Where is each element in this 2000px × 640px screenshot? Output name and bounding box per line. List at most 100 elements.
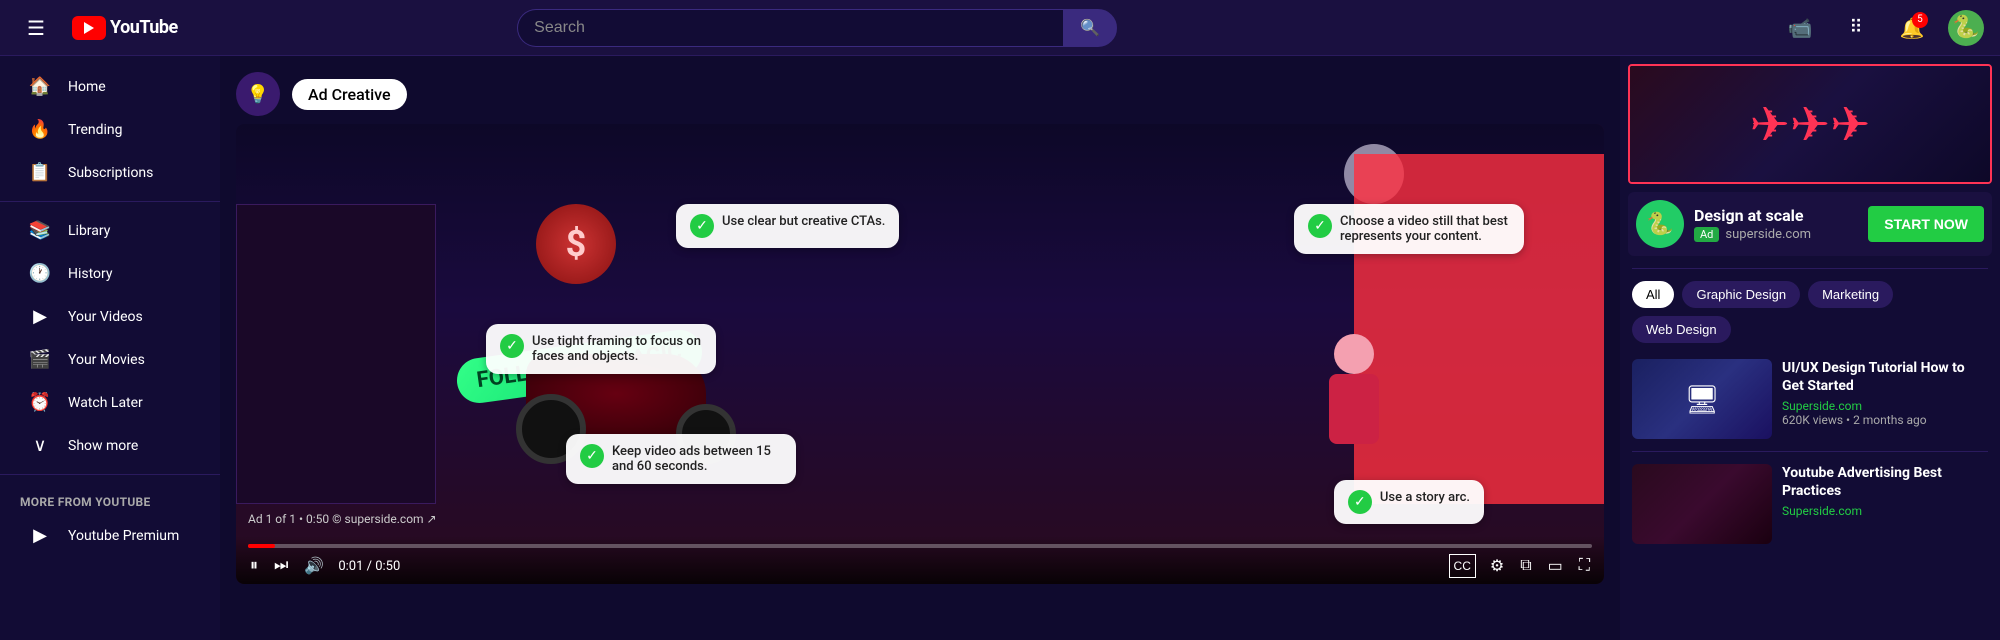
video-thumb-2 — [1632, 464, 1772, 544]
video-card-channel-1: Superside.com — [1782, 399, 1988, 413]
tip-text-4: Keep video ads between 15 and 60 seconds… — [612, 444, 782, 474]
dollar-coin: $ — [536, 204, 616, 284]
sidebar-label-watch-later: Watch Later — [68, 395, 143, 411]
premium-icon: ▶ — [28, 525, 52, 546]
tip-bubble-2: ✓ Use tight framing to focus on faces an… — [486, 324, 716, 374]
sidebar-label-premium: Youtube Premium — [68, 528, 179, 544]
history-icon: 🕐 — [28, 263, 52, 284]
video-card-title-1: UI/UX Design Tutorial How to Get Started — [1782, 359, 1988, 395]
sidebar-label-show-more: Show more — [68, 438, 138, 454]
ad-creative-icon-circle: 💡 — [236, 72, 280, 116]
menu-button[interactable]: ☰ — [16, 8, 56, 48]
youtube-logo-icon — [72, 16, 106, 40]
divider-2 — [1632, 451, 1988, 452]
volume-button[interactable]: 🔊 — [302, 554, 326, 578]
sidebar-item-library[interactable]: 📚 Library — [8, 210, 212, 251]
ad-card-title: Design at scale — [1694, 206, 1858, 225]
ad-card-info: Design at scale Ad superside.com — [1694, 206, 1858, 242]
trending-icon: 🔥 — [28, 119, 52, 140]
sidebar-item-home[interactable]: 🏠 Home — [8, 66, 212, 107]
ad-card-logo: 🐍 — [1636, 200, 1684, 248]
header: ☰ YouTube 🔍 📹 ⠿ 🔔 5 🐍 — [0, 0, 2000, 56]
play-pause-button[interactable]: ⏸ — [248, 555, 260, 577]
ad-creative-label: Ad Creative — [292, 79, 407, 110]
filter-chip-marketing[interactable]: Marketing — [1808, 281, 1893, 308]
lightbulb-icon: 💡 — [247, 84, 269, 105]
search-button[interactable]: 🔍 — [1063, 9, 1117, 47]
video-card-meta-1: 620K views • 2 months ago — [1782, 413, 1988, 427]
dollar-sign: $ — [566, 223, 587, 265]
ad-info-overlay: Ad 1 of 1 • 0:50 © superside.com ↗ — [248, 512, 437, 526]
tip-text-2: Use tight framing to focus on faces and … — [532, 334, 702, 364]
sidebar-label-trending: Trending — [68, 122, 123, 138]
sidebar-item-your-videos[interactable]: ▶ Your Videos — [8, 296, 212, 337]
sidebar-item-your-movies[interactable]: 🎬 Your Movies — [8, 339, 212, 380]
apps-button[interactable]: ⠿ — [1836, 8, 1876, 48]
ad-label-bar: 💡 Ad Creative — [236, 72, 1604, 116]
progress-bar[interactable] — [248, 544, 1592, 548]
settings-button[interactable]: ⚙ — [1488, 554, 1506, 578]
tip-bubble-5: ✓ Use a story arc. — [1334, 480, 1484, 524]
video-call-button[interactable]: 📹 — [1780, 8, 1820, 48]
sidebar: 🏠 Home 🔥 Trending 📋 Subscriptions 📚 Libr… — [0, 56, 220, 640]
ad-site: superside.com — [1725, 227, 1811, 242]
controls-right: CC ⚙ ⧉ ▭ ⛶ — [1449, 554, 1592, 578]
more-from-label: MORE FROM YOUTUBE — [0, 483, 220, 513]
sidebar-item-trending[interactable]: 🔥 Trending — [8, 109, 212, 150]
tip-bubble-3: ✓ Choose a video still that best represe… — [1294, 204, 1524, 254]
search-container: 🔍 — [517, 9, 1117, 47]
sidebar-item-history[interactable]: 🕐 History — [8, 253, 212, 294]
right-sidebar: ✈✈✈ 🐍 Design at scale Ad superside.com S… — [1620, 56, 2000, 640]
content-area: 💡 Ad Creative $ FOLLOW THE MAGIC — [220, 56, 2000, 640]
library-icon: 📚 — [28, 220, 52, 241]
sidebar-label-library: Library — [68, 223, 110, 239]
filter-chip-all[interactable]: All — [1632, 281, 1674, 308]
tip-bubble-4: ✓ Keep video ads between 15 and 60 secon… — [566, 434, 796, 484]
fullscreen-button[interactable]: ⛶ — [1577, 554, 1592, 578]
your-movies-icon: 🎬 — [28, 349, 52, 370]
logo[interactable]: YouTube — [72, 16, 178, 40]
filter-chip-web-design[interactable]: Web Design — [1632, 316, 1731, 343]
tip-check-4: ✓ — [580, 444, 604, 468]
sidebar-label-your-movies: Your Movies — [68, 352, 145, 368]
video-card-title-2: Youtube Advertising Best Practices — [1782, 464, 1988, 500]
sidebar-item-show-more[interactable]: ∨ Show more — [8, 425, 212, 466]
video-card-1[interactable]: 🖥 UI/UX Design Tutorial How to Get Start… — [1620, 351, 2000, 447]
header-right: 📹 ⠿ 🔔 5 🐍 — [1780, 8, 1984, 48]
ad-badge-row: Ad superside.com — [1694, 227, 1858, 242]
video-content: $ FOLLOW THE MAGIC — [236, 124, 1604, 584]
thumb-visual-2 — [1632, 464, 1772, 544]
video-player[interactable]: $ FOLLOW THE MAGIC — [236, 124, 1604, 584]
ad-banner-image: ✈✈✈ — [1628, 64, 1992, 184]
video-card-2[interactable]: Youtube Advertising Best Practices Super… — [1620, 456, 2000, 552]
time-display: 0:01 / 0:50 — [338, 559, 400, 574]
notifications-button[interactable]: 🔔 5 — [1892, 8, 1932, 48]
tip-check-1: ✓ — [690, 214, 714, 238]
video-section: 💡 Ad Creative $ FOLLOW THE MAGIC — [220, 56, 1620, 640]
spiral-icon: 🐍 — [1952, 15, 1979, 40]
video-card-info-1: UI/UX Design Tutorial How to Get Started… — [1782, 359, 1988, 439]
sidebar-item-watch-later[interactable]: ⏰ Watch Later — [8, 382, 212, 423]
sidebar-label-subscriptions: Subscriptions — [68, 165, 153, 181]
start-now-button[interactable]: START NOW — [1868, 206, 1984, 242]
scene-container: $ FOLLOW THE MAGIC — [236, 124, 1604, 584]
avatar[interactable]: 🐍 — [1948, 10, 1984, 46]
tip-check-5: ✓ — [1348, 490, 1372, 514]
char-head — [1334, 334, 1374, 374]
character — [1324, 334, 1384, 454]
sidebar-item-subscriptions[interactable]: 📋 Subscriptions — [8, 152, 212, 193]
your-videos-icon: ▶ — [28, 306, 52, 327]
sidebar-item-premium[interactable]: ▶ Youtube Premium — [8, 515, 212, 556]
tip-text-5: Use a story arc. — [1380, 490, 1470, 505]
theater-button[interactable]: ▭ — [1546, 554, 1565, 578]
sidebar-label-history: History — [68, 266, 113, 282]
cc-button[interactable]: CC — [1449, 554, 1476, 578]
miniplayer-button[interactable]: ⧉ — [1518, 554, 1533, 578]
watch-later-icon: ⏰ — [28, 392, 52, 413]
divider-1 — [1632, 268, 1988, 269]
char-body — [1329, 374, 1379, 444]
filter-chip-graphic-design[interactable]: Graphic Design — [1682, 281, 1800, 308]
next-button[interactable]: ⏭ — [272, 555, 290, 577]
video-controls: ⏸ ⏭ 🔊 0:01 / 0:50 CC ⚙ ⧉ ▭ ⛶ — [236, 536, 1604, 584]
search-input[interactable] — [517, 9, 1063, 47]
